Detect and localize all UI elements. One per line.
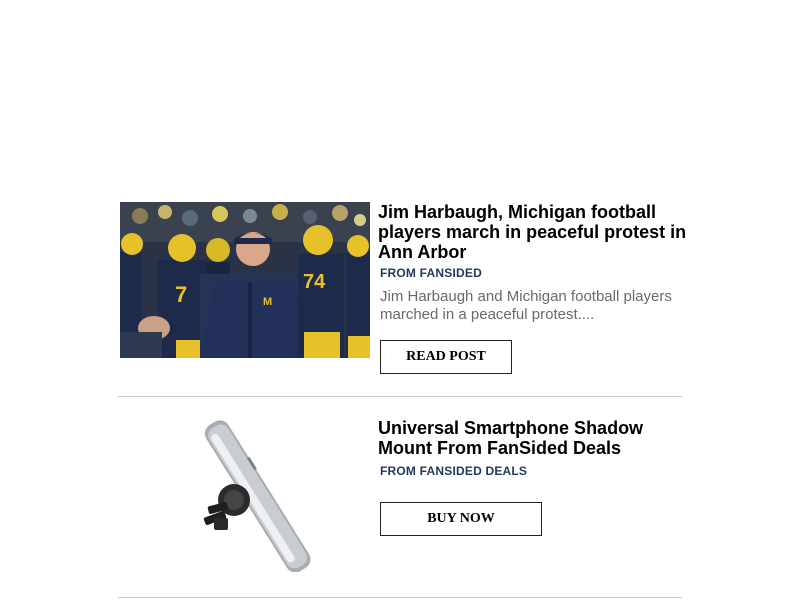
read-post-button[interactable]: READ POST [380, 340, 512, 374]
card-divider [118, 396, 682, 397]
card-divider-bottom [118, 597, 682, 598]
product-headline-link[interactable]: Universal Smartphone Shadow Mount From F… [378, 418, 688, 458]
article-source-label: FROM FANSIDED [380, 266, 482, 280]
product-thumbnail[interactable] [188, 418, 328, 573]
sponsored-card-1[interactable]: 7 M 74 Jim Harbaugh, Michigan football p… [118, 202, 686, 396]
product-source-label: FROM FANSIDED DEALS [380, 464, 528, 478]
article-thumbnail[interactable]: 7 M 74 [120, 202, 370, 358]
sponsored-card-2[interactable]: Universal Smartphone Shadow Mount From F… [118, 418, 682, 598]
article-excerpt: Jim Harbaugh and Michigan football playe… [380, 288, 672, 323]
svg-text:74: 74 [303, 271, 326, 293]
phone-mount-illustration [203, 420, 311, 573]
article-headline-link[interactable]: Jim Harbaugh, Michigan football players … [378, 202, 688, 262]
buy-now-button[interactable]: BUY NOW [380, 502, 542, 536]
page: 7 M 74 Jim Harbaugh, Michigan football p… [0, 0, 800, 600]
team-photo-illustration: 7 M 74 [120, 202, 370, 358]
svg-text:7: 7 [175, 282, 187, 307]
svg-text:M: M [263, 296, 272, 308]
